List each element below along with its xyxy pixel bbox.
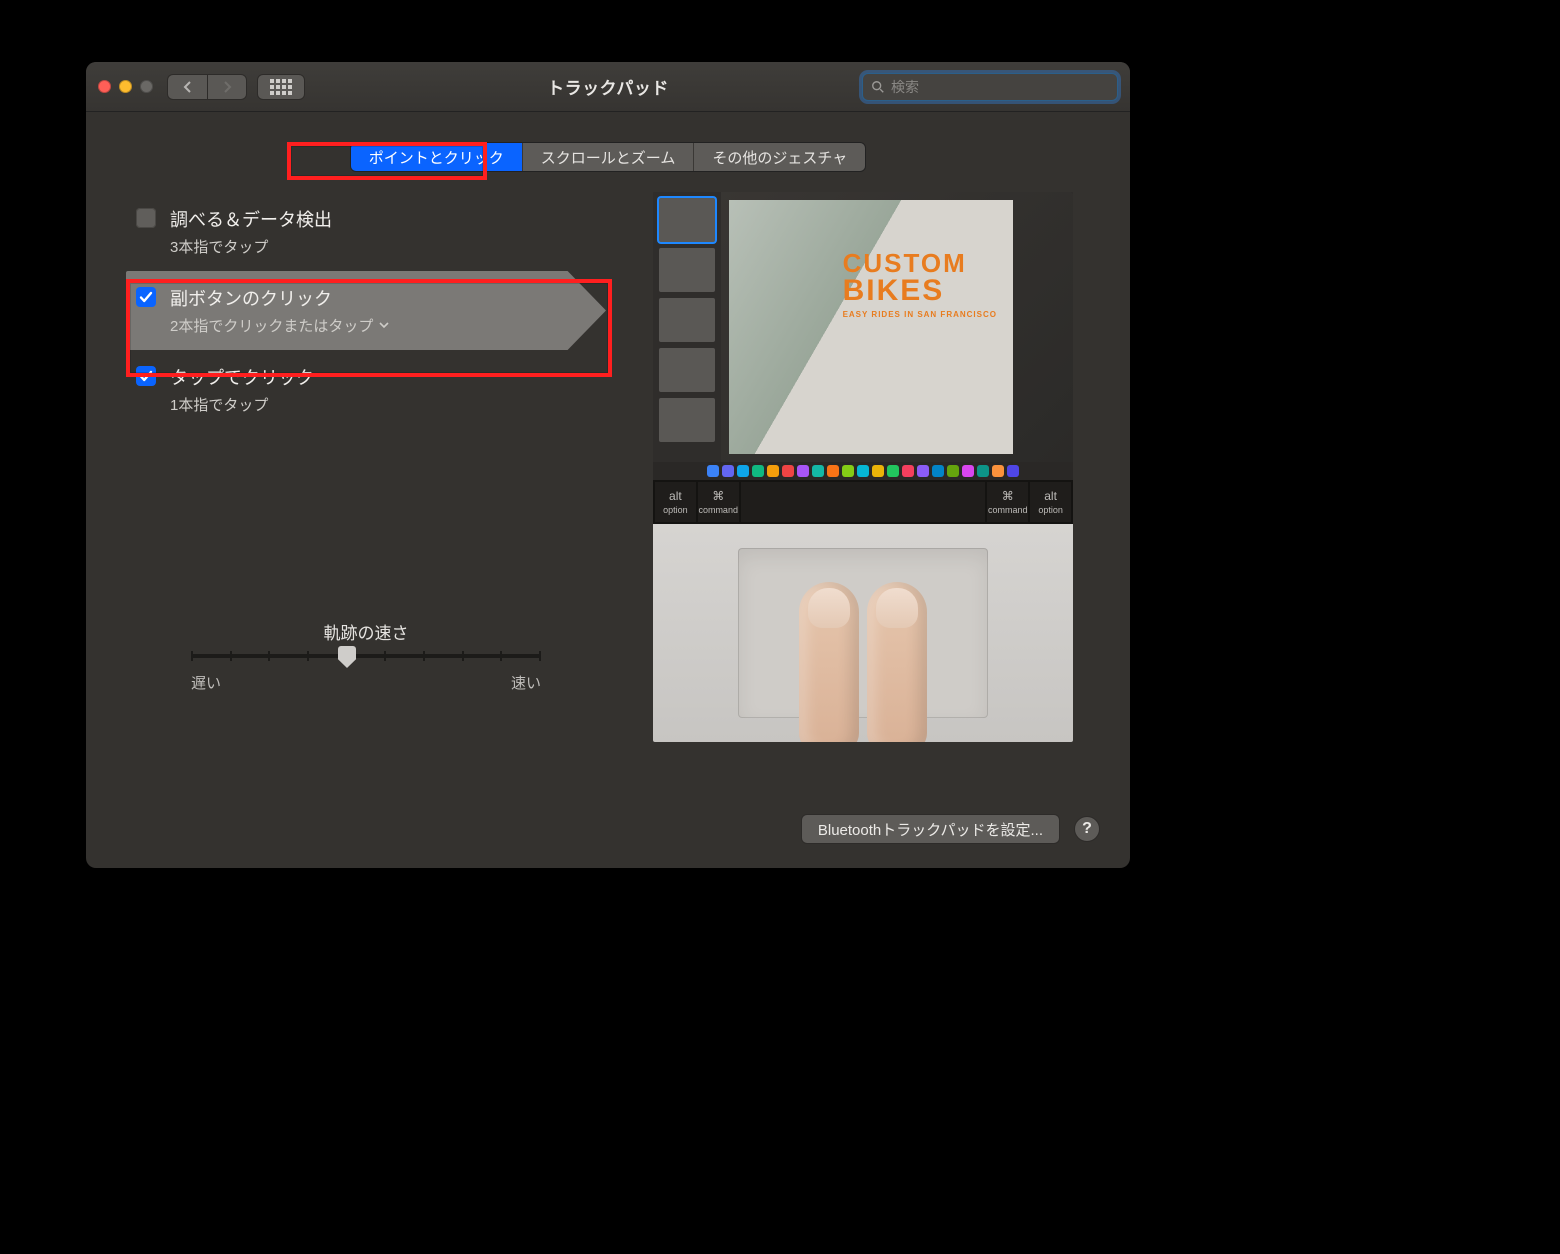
zoom-window-button[interactable]	[140, 80, 153, 93]
annotation-highlight	[126, 279, 612, 377]
grid-icon	[270, 79, 292, 95]
close-window-button[interactable]	[98, 80, 111, 93]
gesture-preview: CUSTOM BIKES EASY RIDES IN SAN FRANCISCO…	[653, 192, 1073, 742]
annotation-highlight	[287, 142, 487, 180]
help-button[interactable]: ?	[1074, 816, 1100, 842]
preview-thumb	[659, 298, 715, 342]
preview-text: BIKES	[843, 276, 997, 306]
tab-bar: ポイントとクリック スクロールとズーム その他のジェスチャ	[86, 142, 1130, 172]
tab-label: その他のジェスチャ	[712, 147, 847, 168]
help-icon: ?	[1082, 820, 1092, 838]
slider-knob[interactable]	[338, 646, 356, 668]
preview-keyboard: altoption ⌘command ⌘command altoption	[653, 480, 1073, 524]
option-subtitle: 3本指でタップ	[170, 236, 332, 257]
tab-more-gestures[interactable]: その他のジェスチャ	[694, 143, 865, 171]
preview-thumb	[659, 248, 715, 292]
tab-scroll-zoom[interactable]: スクロールとズーム	[523, 143, 695, 171]
option-subtitle: 1本指でタップ	[170, 394, 314, 415]
preview-screen: CUSTOM BIKES EASY RIDES IN SAN FRANCISCO	[653, 192, 1073, 462]
forward-button[interactable]	[207, 74, 247, 100]
minimize-window-button[interactable]	[119, 80, 132, 93]
preview-text: EASY RIDES IN SAN FRANCISCO	[843, 310, 997, 319]
button-label: Bluetoothトラックパッドを設定...	[818, 819, 1043, 840]
chevron-right-icon	[221, 81, 233, 93]
tab-label: スクロールとズーム	[541, 147, 676, 168]
key-space	[741, 482, 986, 522]
chevron-left-icon	[182, 81, 194, 93]
checkbox-lookup[interactable]	[136, 208, 156, 228]
key-option-left: altoption	[655, 482, 696, 522]
option-lookup[interactable]: 調べる＆データ検出 3本指でタップ	[126, 192, 606, 271]
preview-text: CUSTOM	[843, 250, 997, 276]
options-list: 調べる＆データ検出 3本指でタップ 副ボタンのクリック 2本指でクリックまたはタ…	[126, 192, 606, 742]
option-title: 調べる＆データ検出	[170, 206, 332, 232]
preview-thumb	[659, 348, 715, 392]
preview-trackpad	[653, 524, 1073, 742]
preview-dock	[653, 462, 1073, 480]
tracking-slider[interactable]	[191, 654, 541, 658]
tracking-label: 軌跡の速さ	[324, 619, 409, 644]
search-field[interactable]	[862, 73, 1118, 101]
nav-buttons	[167, 74, 247, 100]
slider-slow-label: 遅い	[191, 672, 221, 693]
setup-bluetooth-button[interactable]: Bluetoothトラックパッドを設定...	[801, 814, 1060, 844]
preview-thumb	[659, 398, 715, 442]
window-controls	[98, 80, 153, 93]
key-command-left: ⌘command	[698, 482, 739, 522]
key-command-right: ⌘command	[987, 482, 1028, 522]
slider-fast-label: 速い	[511, 672, 541, 693]
preview-thumb	[659, 198, 715, 242]
search-input[interactable]	[891, 79, 1109, 95]
show-all-button[interactable]	[257, 74, 305, 100]
search-icon	[871, 80, 885, 94]
preferences-window: トラックパッド ポイントとクリック スクロールとズーム その他のジェスチャ 調べ…	[86, 62, 1130, 868]
titlebar: トラックパッド	[86, 62, 1130, 112]
back-button[interactable]	[167, 74, 207, 100]
key-option-right: altoption	[1030, 482, 1071, 522]
preview-fingers	[799, 582, 927, 742]
tracking-speed: 軌跡の速さ 遅い 速い	[126, 619, 606, 693]
